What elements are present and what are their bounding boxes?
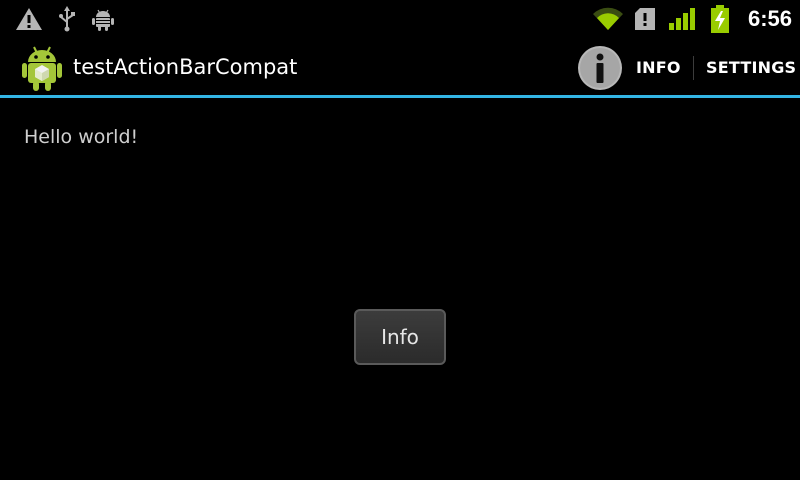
wifi-icon [593, 7, 623, 31]
warning-icon [16, 8, 42, 30]
info-button[interactable]: Info [354, 309, 446, 365]
action-bar: testActionBarCompat INFO SETTINGS [0, 39, 800, 95]
hello-text: Hello world! [24, 126, 139, 148]
status-clock: 6:56 [748, 6, 793, 31]
signal-icon [669, 8, 695, 30]
android-debug-icon [92, 9, 114, 31]
battery-charging-icon [711, 5, 729, 33]
status-bar: 6:56 [0, 0, 800, 38]
sim-alert-icon [635, 8, 655, 30]
info-action-button[interactable]: INFO [636, 57, 681, 79]
info-icon[interactable] [577, 45, 623, 91]
action-bar-underline [0, 95, 800, 98]
usb-icon [59, 6, 75, 32]
action-divider [693, 56, 694, 80]
app-title: testActionBarCompat [73, 55, 298, 79]
android-app-icon[interactable] [22, 45, 62, 91]
settings-action-button[interactable]: SETTINGS [706, 57, 796, 79]
